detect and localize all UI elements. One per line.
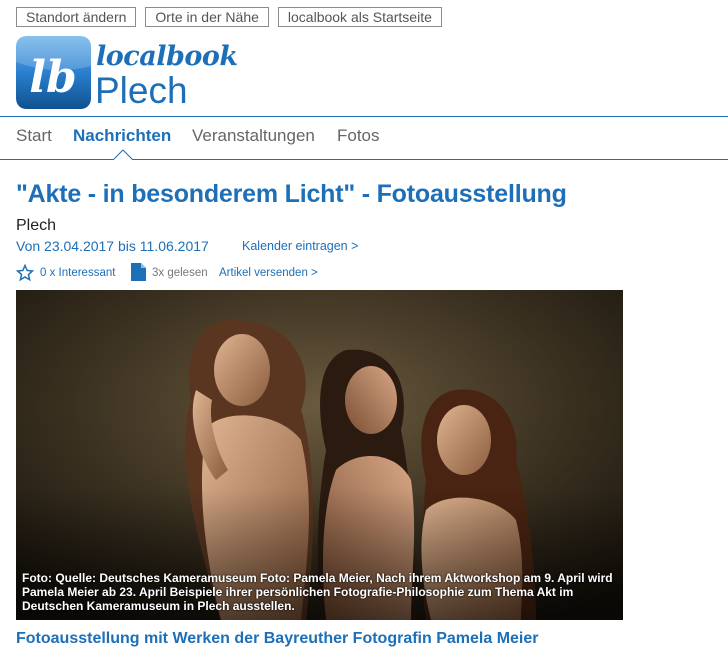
nav-item-fotos[interactable]: Fotos [337,126,380,146]
article-location: Plech [16,217,57,234]
localbook-logo[interactable]: lb [16,36,91,109]
change-location-button[interactable]: Standort ändern [16,7,137,27]
send-article-link[interactable]: Artikel versenden > [219,267,318,279]
article-subheading: Fotoausstellung mit Werken der Bayreuthe… [16,630,539,647]
interesting-count[interactable]: 0 x Interessant [40,267,115,279]
nav-item-start[interactable]: Start [16,126,52,146]
logo-letters: lb [29,52,76,103]
top-toolbar: Standort ändern Orte in der Nähe localbo… [16,7,442,27]
brand-city: Plech [95,70,188,111]
document-icon [131,263,146,281]
photo-caption: Foto: Quelle: Deutsches Kameramuseum Fot… [22,571,613,613]
nav-item-veranstaltungen[interactable]: Veranstaltungen [192,126,315,146]
set-homepage-button[interactable]: localbook als Startseite [277,7,442,27]
read-count: 3x gelesen [152,267,208,279]
star-icon[interactable] [16,264,34,282]
add-to-calendar-link[interactable]: Kalender eintragen > [242,239,358,253]
nav-item-nachrichten[interactable]: Nachrichten [73,126,171,146]
event-dates: Von 23.04.2017 bis 11.06.2017 [16,238,209,254]
article-title: "Akte - in besonderem Licht" - Fotoausst… [16,180,567,208]
main-navigation: Start Nachrichten Veranstaltungen Fotos [0,116,728,160]
brand-name: localbook [96,41,238,72]
active-tab-caret-icon [113,149,133,160]
article-photo[interactable]: Foto: Quelle: Deutsches Kameramuseum Fot… [16,290,623,620]
nearby-places-button[interactable]: Orte in der Nähe [145,7,269,27]
